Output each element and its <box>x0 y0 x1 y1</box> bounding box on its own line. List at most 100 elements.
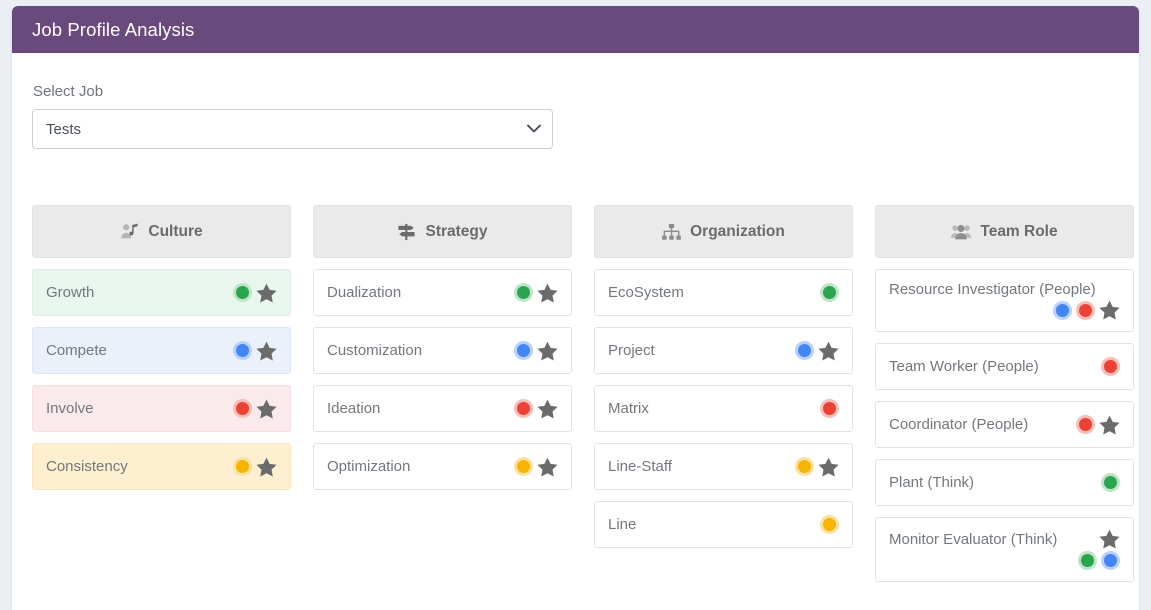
star-icon[interactable] <box>256 283 277 303</box>
list-item-badges <box>233 457 277 477</box>
list-item[interactable]: Involve <box>32 385 291 432</box>
job-select-wrapper: Tests <box>32 109 553 149</box>
star-icon <box>1099 415 1120 435</box>
list-item-badges <box>820 399 839 418</box>
person-music-icon <box>120 223 139 240</box>
column-items-organization: EcoSystem Project Matrix Line-Staff Line <box>594 269 853 548</box>
green-dot-icon <box>1101 473 1120 492</box>
yellow-dot-icon <box>795 457 814 476</box>
sitemap-icon <box>662 224 681 240</box>
column-items-team_role: Resource Investigator (People) Team Work… <box>875 269 1134 582</box>
list-item-label: Growth <box>46 284 94 301</box>
star-icon[interactable] <box>1099 300 1120 320</box>
list-item[interactable]: Monitor Evaluator (Think) <box>875 517 1134 582</box>
column-title: Team Role <box>980 223 1057 241</box>
star-icon <box>256 399 277 419</box>
yellow-dot-icon <box>514 457 533 476</box>
signpost-icon <box>397 223 416 241</box>
blue-dot-icon <box>795 341 814 360</box>
red-dot-icon <box>820 399 839 418</box>
list-item-badges <box>514 283 558 303</box>
red-dot-icon <box>233 399 252 418</box>
star-icon[interactable] <box>537 283 558 303</box>
list-item-label: Monitor Evaluator (Think) <box>889 531 1057 548</box>
list-item-label: Coordinator (People) <box>889 416 1028 433</box>
star-icon[interactable] <box>1099 529 1120 549</box>
job-select[interactable]: Tests <box>32 109 553 149</box>
list-item[interactable]: Matrix <box>594 385 853 432</box>
list-item-top-row: Monitor Evaluator (Think) <box>889 529 1120 549</box>
list-item-label: Ideation <box>327 400 380 417</box>
sitemap-icon <box>662 224 681 240</box>
blue-dot-icon <box>233 341 252 360</box>
star-icon[interactable] <box>537 457 558 477</box>
list-item[interactable]: Team Worker (People) <box>875 343 1134 390</box>
star-icon <box>537 283 558 303</box>
column-items-culture: Growth Compete Involve Consistency <box>32 269 291 490</box>
star-icon[interactable] <box>256 457 277 477</box>
list-item-label: Optimization <box>327 458 410 475</box>
list-item[interactable]: Resource Investigator (People) <box>875 269 1134 332</box>
star-icon <box>256 283 277 303</box>
star-icon[interactable] <box>1099 415 1120 435</box>
list-item[interactable]: Consistency <box>32 443 291 490</box>
column-items-strategy: Dualization Customization Ideation Optim… <box>313 269 572 490</box>
person-music-icon <box>120 223 139 240</box>
list-item[interactable]: Line <box>594 501 853 548</box>
list-item-badges <box>889 551 1120 570</box>
list-item-label: Involve <box>46 400 94 417</box>
column-title: Strategy <box>425 223 487 241</box>
star-icon <box>1099 529 1120 549</box>
list-item-label: Matrix <box>608 400 649 417</box>
list-item[interactable]: Compete <box>32 327 291 374</box>
list-item-label: EcoSystem <box>608 284 684 301</box>
list-item[interactable]: Growth <box>32 269 291 316</box>
list-item-badges <box>514 457 558 477</box>
list-item[interactable]: Dualization <box>313 269 572 316</box>
column-culture: Culture Growth Compete Involve Consistenc… <box>32 205 291 582</box>
list-item[interactable]: Ideation <box>313 385 572 432</box>
column-header-strategy: Strategy <box>313 205 572 258</box>
star-icon[interactable] <box>537 399 558 419</box>
star-icon[interactable] <box>256 399 277 419</box>
list-item-badges <box>514 399 558 419</box>
list-item[interactable]: Optimization <box>313 443 572 490</box>
star-icon[interactable] <box>256 341 277 361</box>
list-item[interactable]: Plant (Think) <box>875 459 1134 506</box>
list-item-badges <box>1101 473 1120 492</box>
list-item-badges <box>233 283 277 303</box>
star-icon <box>256 341 277 361</box>
list-item-label: Line-Staff <box>608 458 672 475</box>
star-icon <box>818 457 839 477</box>
list-item[interactable]: Line-Staff <box>594 443 853 490</box>
list-item-badges <box>795 457 839 477</box>
yellow-dot-icon <box>233 457 252 476</box>
star-icon[interactable] <box>818 341 839 361</box>
column-organization: Organization EcoSystem Project Matrix Line-… <box>594 205 853 582</box>
list-item[interactable]: Project <box>594 327 853 374</box>
list-item-badges <box>820 283 839 302</box>
card-body: Select Job Tests Culture Growth Compete I… <box>12 53 1139 582</box>
users-icon <box>951 224 971 240</box>
star-icon <box>256 457 277 477</box>
page-title: Job Profile Analysis <box>32 19 194 41</box>
list-item[interactable]: EcoSystem <box>594 269 853 316</box>
job-profile-card: Job Profile Analysis Select Job Tests Cu… <box>12 6 1139 610</box>
list-item-label: Customization <box>327 342 422 359</box>
red-dot-icon <box>514 399 533 418</box>
list-item-label: Plant (Think) <box>889 474 974 491</box>
star-icon <box>1099 300 1120 320</box>
list-item-label: Dualization <box>327 284 401 301</box>
green-dot-icon <box>514 283 533 302</box>
select-job-label: Select Job <box>33 83 1119 100</box>
list-item[interactable]: Coordinator (People) <box>875 401 1134 448</box>
star-icon[interactable] <box>818 457 839 477</box>
analysis-columns: Culture Growth Compete Involve Consistenc… <box>32 205 1119 582</box>
blue-dot-icon <box>514 341 533 360</box>
column-strategy: Strategy Dualization Customization Ideati… <box>313 205 572 582</box>
star-icon[interactable] <box>537 341 558 361</box>
column-title: Organization <box>690 223 785 241</box>
column-title: Culture <box>148 223 202 241</box>
list-item[interactable]: Customization <box>313 327 572 374</box>
list-item-badges <box>889 300 1120 320</box>
